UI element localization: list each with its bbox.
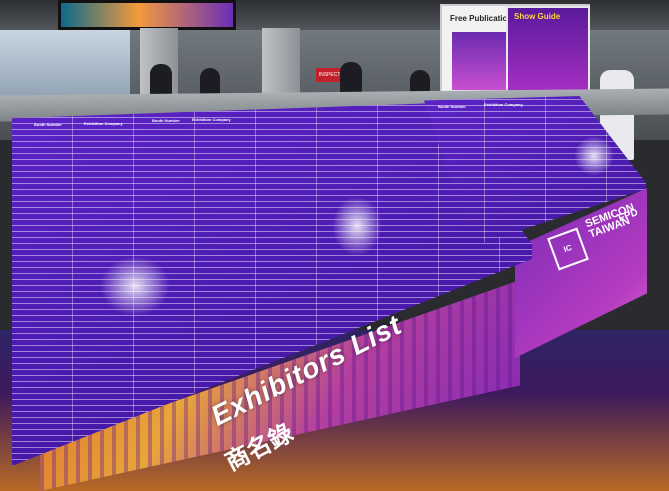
column-header: Booth Number	[34, 122, 62, 127]
column-header: Booth Number	[152, 118, 180, 123]
column-header: Exhibition Company	[84, 121, 123, 126]
publication-label: Free Publication	[450, 14, 513, 23]
publication-shelf	[452, 32, 507, 90]
show-guide-poster: Show Guide	[506, 6, 590, 94]
column-header: Exhibition Company	[484, 102, 523, 107]
poster-title: Show Guide	[514, 12, 561, 21]
light-glare	[332, 196, 382, 256]
column-header: Exhibition Company	[192, 117, 231, 122]
overhead-screen	[58, 0, 236, 30]
light-glare	[574, 136, 614, 176]
background-booth	[0, 30, 130, 100]
photo-scene: INSPECTION Free Publication Show Guide B…	[0, 0, 669, 491]
column-header: Booth Number	[438, 104, 466, 109]
light-glare	[100, 256, 170, 316]
